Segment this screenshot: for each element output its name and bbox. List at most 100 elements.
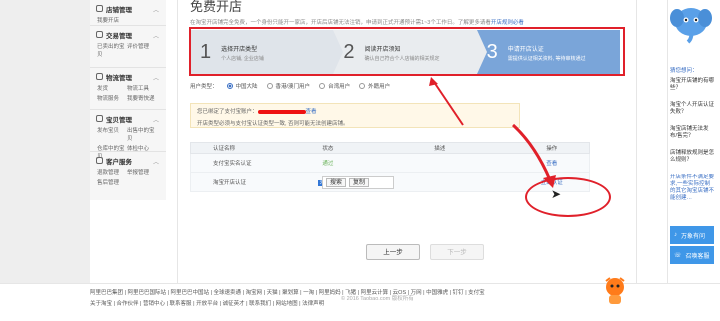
faq-item[interactable]: 开店条件不满足要求,一些实际控制的其它淘宝店铺不能创建… [670,174,714,222]
alipay-notice: 您已绑定了支付宝账户： 查看 开店类型必须与支付宝认证类型一致, 否则可能无法创建… [190,103,520,128]
radio-mainland[interactable] [226,83,233,89]
sidebar-title-text: 物流管理 [106,74,132,82]
footer-link[interactable]: 淘宝网 [246,290,263,296]
step-number: 1 [200,41,212,63]
call-service-button[interactable]: ☏ 召唤客服 [670,246,714,264]
sidebar-link[interactable]: 已卖出的宝贝 [97,42,127,58]
step-subtitle: 确认自己符合个人店铺的相关规定 [364,55,440,62]
sidebar-link[interactable]: 发货 [97,84,127,92]
radio-taiwan[interactable] [319,83,326,89]
footer-link[interactable]: 阿里巴巴集团 [90,290,123,296]
col-header: 操作 [546,146,558,152]
radio-hk-macau[interactable] [266,83,273,89]
sidebar-links: 发货 物流工具 物流服务 我要寄快递 [96,84,166,102]
step-title: 阅读开店须知 [364,46,401,53]
chevron-up-icon[interactable]: ︿ [153,5,159,14]
headset-icon: ☏ [674,252,682,259]
radio-label[interactable]: 外籍用户 [368,82,390,90]
footer-link[interactable]: 支付宝 [468,290,485,296]
copyright: © 2016 Taobao.com 版权所有 [341,296,414,302]
step-progress: 1 选择开店类型 个人店铺, 企业店铺 2 阅读开店须知 确认自己符合个人店铺的… [190,30,620,75]
view-link[interactable]: 查看 [514,159,589,167]
ask-button[interactable]: ♪ 万象有问 [670,226,714,244]
footer-link[interactable]: 钉钉 [453,290,464,296]
col-header: 认证名称 [213,146,236,152]
radio-label[interactable]: 台湾用户 [328,82,350,90]
step-arrow [476,30,487,74]
footer-link[interactable]: 全球速卖通 [214,290,242,296]
footer-link[interactable]: 法律声明 [302,301,324,307]
sidebar-link[interactable]: 我要寄快递 [127,94,157,102]
sidebar-link[interactable]: 出售中的宝贝 [127,126,157,142]
faq-item[interactable]: 淘宝开店铺的有哪些？ [670,78,714,92]
box-icon [96,115,103,122]
sidebar-section-items: 宝贝管理 ︿ 发布宝贝 出售中的宝贝 仓库中的宝贝 体检中心 [90,110,166,160]
footer-link[interactable]: 联系客服 [170,301,192,307]
rules-link[interactable]: 开店规则必看 [491,20,524,26]
footer-link[interactable]: 一淘 [303,290,314,296]
radio-foreign[interactable] [359,83,366,89]
redacted-account [257,109,306,114]
step-title: 申请开店认证 [507,46,544,53]
footer-link[interactable]: 天猫 [267,290,278,296]
chevron-up-icon[interactable]: ︿ [153,115,159,124]
footer-link[interactable]: 开放平台 [196,301,218,307]
trade-icon [96,31,103,38]
prev-button[interactable]: 上一步 [366,244,420,260]
footer-link[interactable]: 合作伙伴 [117,301,139,307]
notice-line-2: 开店类型必须与支付宝认证类型一致, 否则可能无法创建店铺。 [197,121,349,127]
footer-link[interactable]: 关于淘宝 [90,301,112,307]
step-number: 3 [486,41,498,63]
annotation-circle [525,177,611,217]
sidebar: 店铺管理 ︿ 我要开店 交易管理 ︿ 已卖出的宝贝 评价管理 物流管理 ︿ 发货… [90,0,166,200]
left-gutter [0,0,90,283]
footer-link[interactable]: 聚划算 [282,290,299,296]
store-icon [96,5,103,12]
sidebar-link[interactable]: 物流工具 [127,84,157,92]
footer-link[interactable]: 联系我们 [249,301,271,307]
sidebar-title-text: 客户服务 [106,158,132,166]
faq-item[interactable]: 店铺释放规则是怎么规则？ [670,150,714,164]
cell-name: 支付宝实名认证 [213,161,252,167]
copy-button[interactable]: 复制 [349,178,370,187]
table-row: 支付宝实名认证 通过 查看 [190,154,590,173]
footer-links-row-2: 关于淘宝 | 合作伙伴 | 营销中心 | 联系客服 | 开放平台 | 诚征英才 … [90,301,325,307]
sidebar-link[interactable]: 发布宝贝 [97,126,127,142]
sidebar-link[interactable]: 退款管理 [97,168,127,176]
faq-item[interactable]: 淘宝个人开店认证失败？ [670,102,714,116]
radio-label[interactable]: 中国大陆 [236,82,258,90]
sidebar-links: 退款管理 举报管理 售后管理 [96,168,166,186]
faq-title: 猜您想问： [670,68,698,74]
view-link[interactable]: 查看 [306,109,317,115]
sidebar-section-service: 客户服务 ︿ 退款管理 举报管理 售后管理 [90,152,166,194]
main-panel: 免费开店 在淘宝开店铺完全免费，一个身份只能开一家店，开店后店铺无法注销，申请到… [177,0,637,283]
footer-link[interactable]: 营销中心 [143,301,165,307]
footer-link[interactable]: 阿里妈妈 [319,290,341,296]
chevron-up-icon[interactable]: ︿ [153,157,159,166]
footer-link[interactable]: 诚征英才 [223,301,245,307]
user-type-row: 用户类型： 中国大陆 香港/澳门用户 台湾用户 外籍用户 [190,82,390,90]
chevron-up-icon[interactable]: ︿ [153,31,159,40]
sidebar-link[interactable]: 举报管理 [127,168,157,176]
footer-link[interactable]: 阿里巴巴中国站 [171,290,210,296]
user-type-label: 用户类型： [190,84,218,90]
radio-label[interactable]: 香港/澳门用户 [276,82,311,90]
footer-links-row-1: 阿里巴巴集团 | 阿里巴巴国际站 | 阿里巴巴中国站 | 全球速卖通 | 淘宝网… [90,290,485,296]
sidebar-title-text: 宝贝管理 [106,116,132,124]
sidebar-links: 已卖出的宝贝 评价管理 [96,42,166,58]
footer-link[interactable]: 中国雅虎 [426,290,448,296]
call-label: 召唤客服 [685,253,710,260]
sidebar-section-store: 店铺管理 ︿ 我要开店 [90,0,166,26]
ask-label: 万象有问 [681,233,706,240]
footer-link[interactable]: 网站地图 [276,301,298,307]
footer-link[interactable]: 阿里巴巴国际站 [128,290,167,296]
intro-text: 在淘宝开店铺完全免费，一个身份只能开一家店，开店后店铺无法注销，申请到正式开通预… [190,18,524,26]
search-button[interactable]: 搜索 [326,178,347,187]
faq-item[interactable]: 淘宝店铺无法发布/售完？ [670,126,714,140]
sidebar-link[interactable]: 售后管理 [97,178,127,186]
next-button[interactable]: 下一步 [430,244,484,260]
sidebar-link[interactable]: 评价管理 [127,42,157,58]
sidebar-link[interactable]: 物流服务 [97,94,127,102]
sidebar-link[interactable]: 我要开店 [97,16,127,24]
chevron-up-icon[interactable]: ︿ [153,73,159,82]
